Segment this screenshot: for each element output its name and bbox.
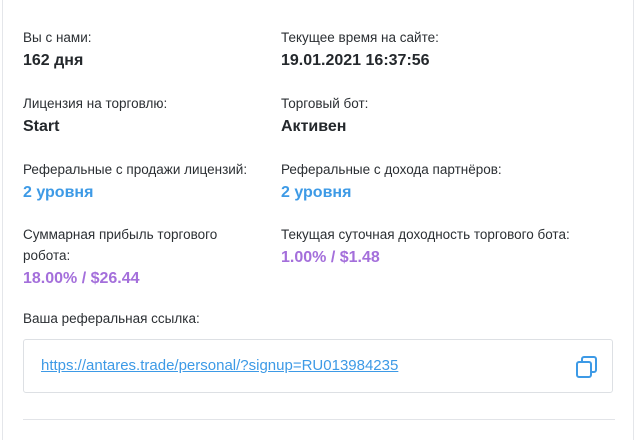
stat-value: 2 уровня xyxy=(281,184,352,201)
stat-value: Start xyxy=(23,118,60,135)
stat-label: Реферальные с продажи лицензий: xyxy=(23,162,248,177)
stat-label: Текущее время на сайте: xyxy=(281,30,439,45)
stat-label: Вы с нами: xyxy=(23,30,92,45)
stat-label: Текущая суточная доходность торгового бо… xyxy=(281,227,570,242)
stat-label: Суммарная прибыль торгового робота: xyxy=(23,227,218,263)
section-divider xyxy=(23,419,615,420)
stat-site-time: Текущее время на сайте: 19.01.2021 16:37… xyxy=(281,27,571,72)
stat-label: Реферальные с дохода партнёров: xyxy=(281,162,502,177)
stat-value: 2 уровня xyxy=(23,184,94,201)
stat-ref-license: Реферальные с продажи лицензий: 2 уровня xyxy=(23,159,313,204)
stat-license: Лицензия на торговлю: Start xyxy=(23,93,313,138)
stat-ref-partners: Реферальные с дохода партнёров: 2 уровня xyxy=(281,159,571,204)
referral-link-label: Ваша реферальная ссылка: xyxy=(23,311,200,326)
referral-link-box: https://antares.trade/personal/?signup=R… xyxy=(23,339,613,393)
stat-value: 19.01.2021 16:37:56 xyxy=(281,52,430,69)
stat-with-us: Вы с нами: 162 дня xyxy=(23,27,313,72)
stat-trading-bot: Торговый бот: Активен xyxy=(281,93,571,138)
referral-link[interactable]: https://antares.trade/personal/?signup=R… xyxy=(41,357,398,374)
stat-label: Торговый бот: xyxy=(281,96,369,111)
stat-value: 18.00% / $26.44 xyxy=(23,270,140,287)
stat-value: Активен xyxy=(281,118,347,135)
copy-button[interactable] xyxy=(574,354,600,380)
account-summary-card: Вы с нами: 162 дня Текущее время на сайт… xyxy=(2,0,634,440)
stat-value: 1.00% / $1.48 xyxy=(281,249,380,266)
stat-total-profit: Суммарная прибыль торгового робота: 18.0… xyxy=(23,224,243,290)
stat-daily-yield: Текущая суточная доходность торгового бо… xyxy=(281,224,611,269)
stat-label: Лицензия на торговлю: xyxy=(23,96,168,111)
copy-icon xyxy=(576,356,597,378)
stat-value: 162 дня xyxy=(23,52,84,69)
